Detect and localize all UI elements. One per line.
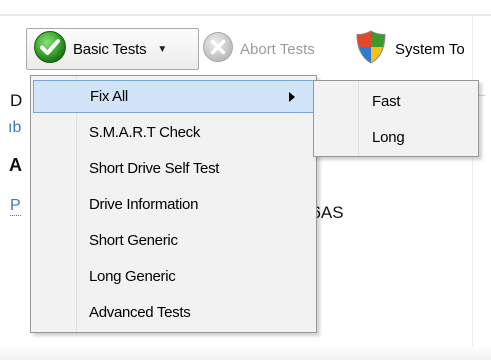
app-window: Basic Tests ▼ Abort Tests System To D ıb… (0, 0, 491, 360)
abort-tests-button[interactable]: Abort Tests (202, 28, 352, 70)
submenu-item-label: Long (372, 129, 405, 146)
system-tools-label: System To (395, 40, 465, 58)
bold-heading-fragment: A (9, 155, 22, 175)
system-tools-button[interactable]: System To (354, 28, 491, 70)
abort-tests-label: Abort Tests (240, 40, 315, 58)
menu-item-drive-information[interactable]: Drive Information (33, 188, 314, 221)
submenu-item-long[interactable]: Long (314, 121, 478, 154)
menu-item-fix-all[interactable]: Fix All (33, 80, 314, 113)
windows-shield-icon (354, 29, 388, 69)
submenu-item-label: Fast (372, 93, 401, 110)
menu-item-label: Advanced Tests (89, 304, 191, 321)
link-fragment[interactable]: ıb (8, 119, 21, 137)
basic-tests-menu: Fix All S.M.A.R.T Check Short Drive Self… (30, 75, 317, 333)
toolbar: Basic Tests ▼ Abort Tests System To (0, 28, 491, 72)
menu-item-short-drive-self-test[interactable]: Short Drive Self Test (33, 152, 314, 185)
menu-item-label: Long Generic (89, 268, 176, 285)
menu-item-label: Short Drive Self Test (89, 160, 220, 177)
menu-item-smart-check[interactable]: S.M.A.R.T Check (33, 116, 314, 149)
submenu-item-fast[interactable]: Fast (314, 85, 478, 118)
fix-all-submenu: Fast Long (313, 80, 479, 157)
basic-tests-label: Basic Tests (73, 40, 147, 58)
basic-tests-button[interactable]: Basic Tests ▼ (26, 28, 199, 70)
menu-item-short-generic[interactable]: Short Generic (33, 224, 314, 257)
menu-item-label: Drive Information (89, 196, 199, 213)
menu-item-label: Fix All (90, 88, 128, 105)
menu-item-advanced-tests[interactable]: Advanced Tests (33, 296, 314, 329)
window-bottom-edge (0, 346, 491, 360)
menu-item-label: S.M.A.R.T Check (89, 124, 201, 141)
chevron-down-icon[interactable]: ▼ (157, 44, 167, 55)
link-fragment-2[interactable]: P (10, 197, 21, 216)
menu-item-label: Short Generic (89, 232, 178, 249)
drive-label-fragment: D (10, 91, 23, 110)
green-checkmark-icon (33, 30, 67, 68)
gray-x-icon (202, 31, 234, 67)
menu-item-long-generic[interactable]: Long Generic (33, 260, 314, 293)
chevron-right-icon (289, 92, 295, 102)
window-top-border (0, 14, 491, 16)
